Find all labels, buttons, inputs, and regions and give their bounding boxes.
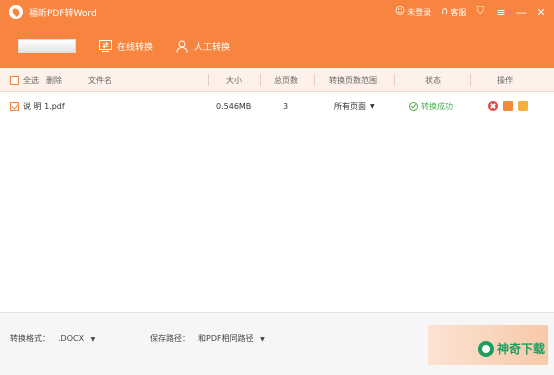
- file-icon[interactable]: [503, 101, 513, 111]
- menu-button[interactable]: ≡: [496, 7, 506, 18]
- path-label: 保存路径：: [150, 334, 190, 343]
- column-header-size: 大小: [226, 75, 242, 85]
- file-table-header: 全选 删除 文件名 大小 总页数 转换页数范围 状态 操作: [0, 68, 554, 92]
- column-header-pages: 总页数: [274, 75, 298, 85]
- watermark: 神奇下载: [478, 340, 545, 357]
- status-badge: 转换成功: [409, 94, 453, 118]
- format-dropdown[interactable]: .DOCX ▼: [58, 334, 95, 343]
- format-value: .DOCX: [58, 334, 85, 343]
- watermark-text: 神奇下载: [497, 342, 546, 356]
- app-logo-icon: [9, 5, 23, 19]
- manual-convert-button[interactable]: 人工转换: [175, 39, 230, 53]
- shirt-icon: ⛉: [476, 6, 485, 17]
- row-status: 转换成功: [421, 101, 453, 111]
- save-path-dropdown[interactable]: 和PDF相同路径 ▼: [198, 333, 265, 344]
- column-divider: [394, 74, 395, 86]
- person-icon: [175, 39, 189, 53]
- online-convert-button[interactable]: 在线转换: [98, 39, 153, 53]
- user-icon: ☺: [394, 6, 406, 17]
- row-range: 所有页面: [334, 101, 366, 111]
- chevron-down-icon: ▼: [260, 336, 265, 343]
- table-row[interactable]: 说 明 1.pdf 0.546MB 3 所有页面 ▼ 转换成功: [0, 94, 554, 118]
- column-divider: [208, 74, 209, 86]
- watermark-logo-icon: [478, 340, 494, 357]
- chevron-down-icon: ▼: [90, 336, 96, 343]
- service-button[interactable]: ∩ 客服: [441, 7, 466, 18]
- select-all-checkbox[interactable]: [10, 75, 19, 85]
- folder-icon[interactable]: [518, 101, 528, 111]
- delete-button[interactable]: 删除: [46, 68, 62, 92]
- manual-convert-label: 人工转换: [194, 42, 231, 53]
- app-title: 福昕PDF转Word: [29, 8, 97, 19]
- format-label: 转换格式：: [10, 334, 50, 343]
- online-convert-label: 在线转换: [117, 42, 154, 53]
- column-divider: [260, 74, 261, 86]
- skin-button[interactable]: ⛉: [477, 7, 487, 17]
- row-filename: 说 明 1.pdf: [23, 101, 65, 111]
- select-all-label: 全选: [23, 75, 39, 85]
- title-bar: 福昕PDF转Word ☺ 未登录 ∩ 客服 ⛉ ≡ — ✕: [0, 0, 554, 24]
- delete-label: 删除: [46, 75, 62, 85]
- column-divider: [314, 74, 315, 86]
- chevron-down-icon: ▼: [370, 102, 375, 110]
- service-label: 客服: [450, 7, 467, 17]
- row-filename-cell: 说 明 1.pdf: [10, 94, 65, 118]
- minimize-button[interactable]: —: [516, 7, 527, 18]
- column-header-status: 状态: [425, 75, 441, 85]
- select-all-control[interactable]: 全选: [10, 68, 39, 92]
- column-header-actions: 操作: [497, 75, 513, 85]
- login-button[interactable]: ☺ 未登录: [395, 7, 431, 18]
- row-checkbox[interactable]: [10, 101, 19, 111]
- path-value: 和PDF相同路径: [198, 334, 254, 343]
- bottom-bar: 转换格式： .DOCX ▼ 保存路径： 和PDF相同路径 ▼: [0, 312, 554, 375]
- headset-icon: ∩: [441, 6, 449, 17]
- column-header-range: 转换页数范围: [329, 75, 377, 85]
- title-bar-controls: ☺ 未登录 ∩ 客服 ⛉ ≡ — ✕: [385, 0, 554, 24]
- row-size: 0.546MB: [216, 101, 252, 111]
- delete-icon[interactable]: [488, 101, 498, 111]
- column-header-filename: 文件名: [88, 75, 112, 85]
- page-range-dropdown[interactable]: 所有页面 ▼: [334, 94, 375, 118]
- format-setting: 转换格式： .DOCX ▼: [10, 333, 95, 344]
- close-button[interactable]: ✕: [536, 7, 546, 18]
- login-label: 未登录: [407, 7, 432, 17]
- main-toolbar: 在线转换 人工转换: [0, 24, 554, 68]
- online-convert-icon: [98, 39, 112, 53]
- row-pages: 3: [283, 101, 289, 111]
- save-path-setting: 保存路径： 和PDF相同路径 ▼: [150, 333, 265, 344]
- row-actions: [488, 94, 533, 118]
- column-divider: [470, 74, 471, 86]
- pdf-to-word-tab[interactable]: [18, 39, 76, 53]
- check-circle-icon: [409, 101, 418, 111]
